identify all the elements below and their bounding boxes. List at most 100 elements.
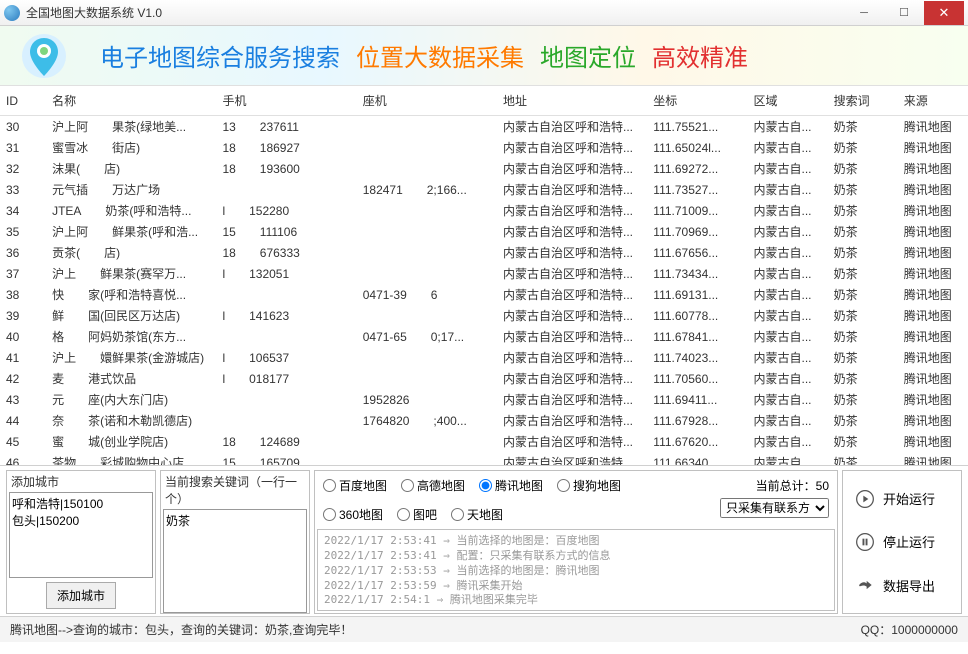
play-icon <box>855 489 875 509</box>
cell-area: 内蒙古自... <box>748 263 828 284</box>
cell-mob <box>216 410 356 431</box>
collect-mode-select[interactable]: 只采集有联系方 <box>720 498 829 518</box>
cell-id: 30 <box>0 116 46 138</box>
cell-area: 内蒙古自... <box>748 326 828 347</box>
cell-tel <box>357 263 497 284</box>
stop-button[interactable]: 停止运行 <box>847 526 957 558</box>
cell-src: 腾讯地图 <box>898 347 968 368</box>
table-row[interactable]: 30沪上阿 果茶(绿地美...13 237611内蒙古自治区呼和浩特...111… <box>0 116 968 138</box>
cell-addr: 内蒙古自治区呼和浩特... <box>497 179 647 200</box>
col-id[interactable]: ID <box>0 86 46 116</box>
map-radio[interactable]: 腾讯地图 <box>479 477 543 494</box>
cell-coord: 111.74023... <box>647 347 747 368</box>
col-coord[interactable]: 坐标 <box>647 86 747 116</box>
cell-coord: 111.65024l... <box>647 137 747 158</box>
cell-id: 31 <box>0 137 46 158</box>
cell-addr: 内蒙古自治区呼和浩特... <box>497 452 647 466</box>
map-radio[interactable]: 360地图 <box>323 506 383 523</box>
cell-tel: 1764820 ;400... <box>357 410 497 431</box>
map-radio[interactable]: 百度地图 <box>323 477 387 494</box>
cell-area: 内蒙古自... <box>748 179 828 200</box>
map-radio[interactable]: 搜狗地图 <box>557 477 621 494</box>
cell-src: 腾讯地图 <box>898 242 968 263</box>
panel-keywords: 当前搜索关键词（一行一个） <box>160 470 310 614</box>
col-mobile[interactable]: 手机 <box>216 86 356 116</box>
cell-tel <box>357 221 497 242</box>
table-row[interactable]: 36贡茶( 店)18 676333内蒙古自治区呼和浩特...111.67656.… <box>0 242 968 263</box>
cell-mob <box>216 179 356 200</box>
add-city-button[interactable]: 添加城市 <box>46 582 116 609</box>
stop-label: 停止运行 <box>883 532 935 551</box>
cell-addr: 内蒙古自治区呼和浩特... <box>497 284 647 305</box>
table-row[interactable]: 44奈 茶(诺和木勒凯德店)1764820 ;400...内蒙古自治区呼和浩特.… <box>0 410 968 431</box>
table-row[interactable]: 39鲜 国(回民区万达店)l 141623内蒙古自治区呼和浩特...111.60… <box>0 305 968 326</box>
export-button[interactable]: 数据导出 <box>847 569 957 601</box>
table-row[interactable]: 31蜜雪冰 街店)18 186927内蒙古自治区呼和浩特...111.65024… <box>0 137 968 158</box>
cell-name: 格 阿妈奶茶馆(东方... <box>46 326 216 347</box>
table-row[interactable]: 40格 阿妈奶茶馆(东方...0471-65 0;17...内蒙古自治区呼和浩特… <box>0 326 968 347</box>
keyword-textarea[interactable] <box>163 509 307 613</box>
map-radio[interactable]: 天地图 <box>451 506 503 523</box>
table-row[interactable]: 37沪上 鲜果茶(赛罕万...l 132051内蒙古自治区呼和浩特...111.… <box>0 263 968 284</box>
cell-name: 沪上阿 鲜果茶(呼和浩... <box>46 221 216 242</box>
map-radio[interactable]: 高德地图 <box>401 477 465 494</box>
minimize-button[interactable]: ─ <box>844 1 884 25</box>
cell-src: 腾讯地图 <box>898 326 968 347</box>
col-area[interactable]: 区域 <box>748 86 828 116</box>
cell-tel: 0471-65 0;17... <box>357 326 497 347</box>
cell-mob <box>216 389 356 410</box>
cell-kw: 奶茶 <box>828 116 898 138</box>
cell-src: 腾讯地图 <box>898 431 968 452</box>
maximize-button[interactable]: ☐ <box>884 1 924 25</box>
map-radio[interactable]: 图吧 <box>397 506 437 523</box>
table-row[interactable]: 42麦 港式饮品l 018177内蒙古自治区呼和浩特...111.70560..… <box>0 368 968 389</box>
cell-addr: 内蒙古自治区呼和浩特... <box>497 368 647 389</box>
col-keyword[interactable]: 搜索词 <box>828 86 898 116</box>
cell-kw: 奶茶 <box>828 137 898 158</box>
cell-mob: 13 237611 <box>216 116 356 138</box>
cell-id: 34 <box>0 200 46 221</box>
table-row[interactable]: 33元气插 万达广场182471 2;166...内蒙古自治区呼和浩特...11… <box>0 179 968 200</box>
cell-mob: 15 111106 <box>216 221 356 242</box>
close-button[interactable]: ✕ <box>924 1 964 25</box>
cell-coord: 111.67620... <box>647 431 747 452</box>
table-row[interactable]: 45蜜 城(创业学院店)18 124689内蒙古自治区呼和浩特...111.67… <box>0 431 968 452</box>
cell-area: 内蒙古自... <box>748 347 828 368</box>
cell-coord: 111.73434... <box>647 263 747 284</box>
banner: 电子地图综合服务搜索 位置大数据采集 地图定位 高效精准 <box>0 26 968 86</box>
cell-name: 茶物 彩城购物中心店 <box>46 452 216 466</box>
cell-addr: 内蒙古自治区呼和浩特... <box>497 347 647 368</box>
cell-src: 腾讯地图 <box>898 137 968 158</box>
banner-text-2: 位置大数据采集 <box>356 38 524 73</box>
table-row[interactable]: 38快 家(呼和浩特喜悦...0471-39 6内蒙古自治区呼和浩特...111… <box>0 284 968 305</box>
start-button[interactable]: 开始运行 <box>847 483 957 515</box>
banner-text-3: 地图定位 <box>540 38 636 73</box>
col-source[interactable]: 来源 <box>898 86 968 116</box>
table-row[interactable]: 32沫果( 店)18 193600内蒙古自治区呼和浩特...111.69272.… <box>0 158 968 179</box>
cell-kw: 奶茶 <box>828 452 898 466</box>
table-row[interactable]: 46茶物 彩城购物中心店15 165709内蒙古自治区呼和浩特...111.66… <box>0 452 968 466</box>
cell-src: 腾讯地图 <box>898 263 968 284</box>
cell-name: 沪上 嬛鲜果茶(金游城店) <box>46 347 216 368</box>
banner-text-4: 高效精准 <box>652 38 748 73</box>
table-row[interactable]: 41沪上 嬛鲜果茶(金游城店)l 106537内蒙古自治区呼和浩特...111.… <box>0 347 968 368</box>
cell-src: 腾讯地图 <box>898 410 968 431</box>
table-row[interactable]: 35沪上阿 鲜果茶(呼和浩...15 111106内蒙古自治区呼和浩特...11… <box>0 221 968 242</box>
city-textarea[interactable] <box>9 492 153 578</box>
cell-area: 内蒙古自... <box>748 200 828 221</box>
cell-name: 奈 茶(诺和木勒凯德店) <box>46 410 216 431</box>
cell-coord: 111.66340... <box>647 452 747 466</box>
cell-src: 腾讯地图 <box>898 305 968 326</box>
col-addr[interactable]: 地址 <box>497 86 647 116</box>
table-row[interactable]: 43元 座(内大东门店)1952826 内蒙古自治区呼和浩特...111.694… <box>0 389 968 410</box>
cell-mob: l 018177 <box>216 368 356 389</box>
cell-coord: 111.71009... <box>647 200 747 221</box>
col-name[interactable]: 名称 <box>46 86 216 116</box>
cell-mob: l 141623 <box>216 305 356 326</box>
col-tel[interactable]: 座机 <box>357 86 497 116</box>
cell-area: 内蒙古自... <box>748 368 828 389</box>
table-row[interactable]: 34JTEA 奶茶(呼和浩特...l 152280内蒙古自治区呼和浩特...11… <box>0 200 968 221</box>
cell-id: 32 <box>0 158 46 179</box>
export-icon <box>855 575 875 595</box>
table-container[interactable]: ID 名称 手机 座机 地址 坐标 区域 搜索词 来源 30沪上阿 果茶(绿地美… <box>0 86 968 466</box>
